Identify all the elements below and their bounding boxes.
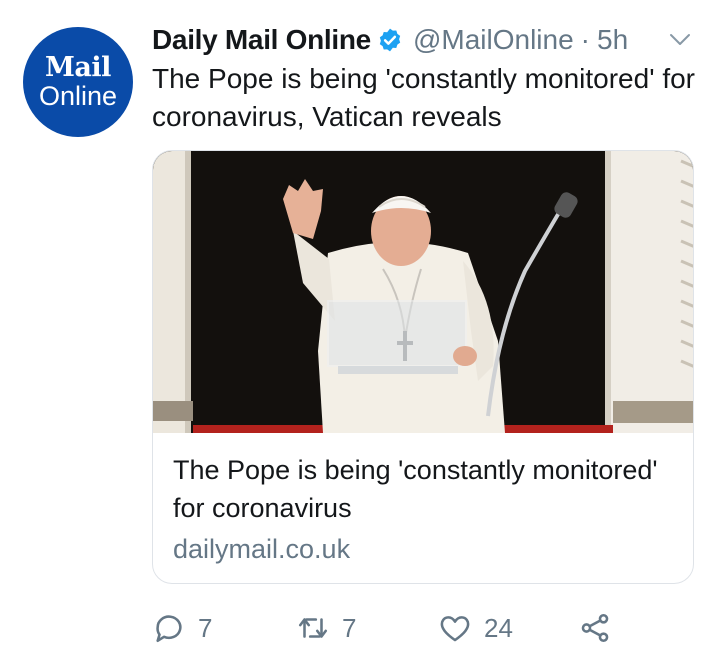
verified-badge-icon bbox=[379, 28, 401, 52]
reply-count: 7 bbox=[198, 612, 213, 643]
avatar-logo-line1: Mail bbox=[45, 52, 111, 83]
card-text: The Pope is being 'constantly monitored'… bbox=[173, 451, 673, 568]
tweet-text: The Pope is being 'constantly monitored'… bbox=[152, 63, 695, 132]
avatar[interactable]: Mail Online bbox=[23, 27, 133, 137]
card-title: The Pope is being 'constantly monitored'… bbox=[173, 455, 658, 523]
like-button[interactable]: 24 bbox=[438, 606, 513, 650]
tweet-header: Daily Mail Online @MailOnline · 5h bbox=[152, 22, 628, 58]
share-button[interactable] bbox=[578, 606, 624, 650]
tweet-actions: 7 7 24 bbox=[152, 606, 712, 650]
like-count: 24 bbox=[484, 612, 513, 643]
link-card[interactable]: The Pope is being 'constantly monitored'… bbox=[152, 150, 694, 584]
heart-icon bbox=[440, 616, 470, 642]
pope-waving-photo bbox=[153, 151, 693, 433]
reply-button[interactable]: 7 bbox=[152, 606, 212, 650]
reply-icon bbox=[156, 615, 182, 643]
retweet-button[interactable]: 7 bbox=[296, 606, 356, 650]
separator-dot: · bbox=[580, 24, 590, 55]
share-icon bbox=[581, 613, 609, 643]
card-domain: dailymail.co.uk bbox=[173, 534, 351, 564]
chevron-down-icon[interactable] bbox=[668, 32, 692, 48]
retweet-count: 7 bbox=[342, 612, 357, 643]
author-handle[interactable]: @MailOnline bbox=[413, 24, 574, 56]
tweet-timestamp[interactable]: 5h bbox=[597, 24, 628, 56]
author-name[interactable]: Daily Mail Online bbox=[152, 24, 371, 56]
avatar-logo-line2: Online bbox=[38, 81, 118, 111]
retweet-icon bbox=[298, 618, 328, 638]
